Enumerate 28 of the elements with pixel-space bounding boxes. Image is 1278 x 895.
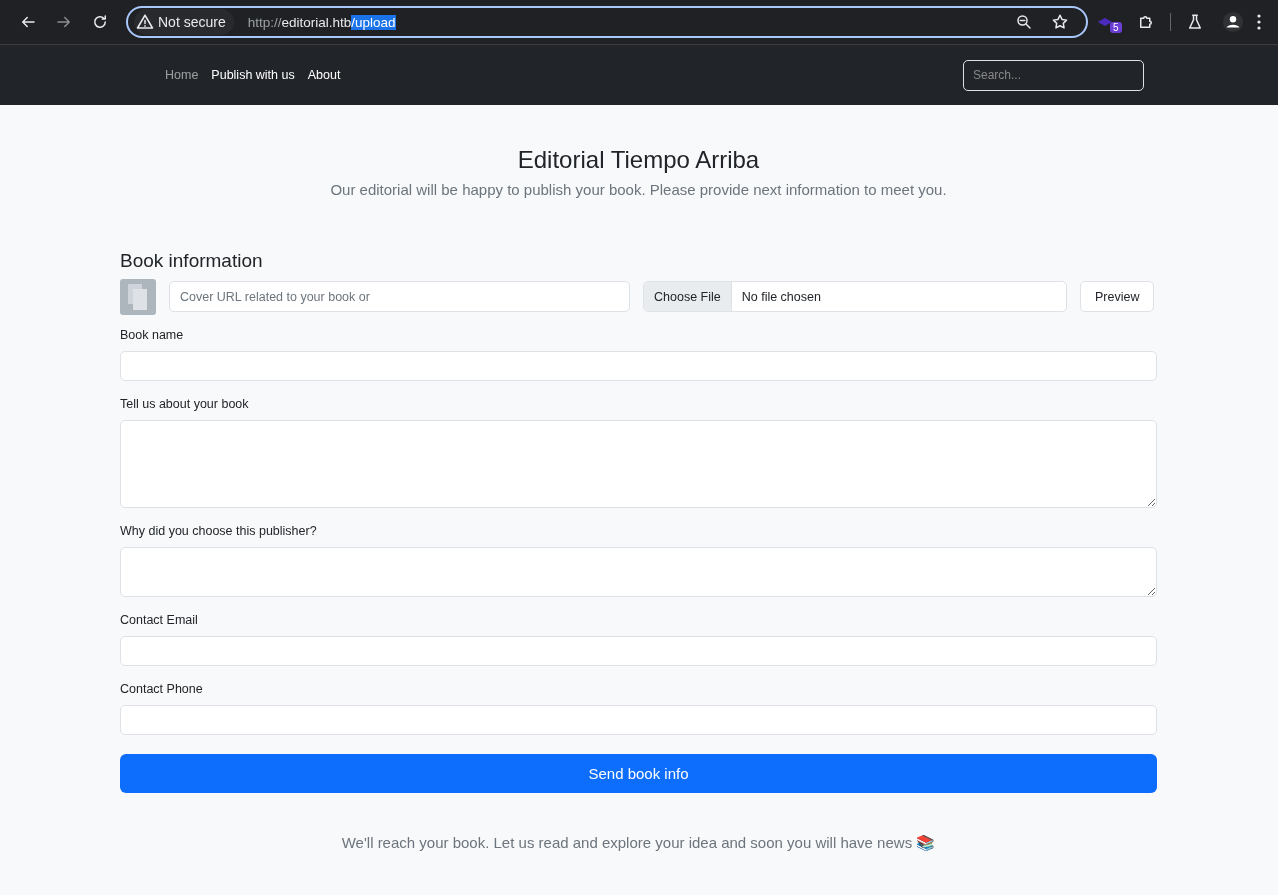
profile-icon[interactable] (1221, 11, 1244, 33)
preview-button[interactable]: Preview (1080, 281, 1155, 312)
field-label: Tell us about your book (120, 396, 250, 412)
file-input[interactable]: Choose File No file chosen (643, 281, 1067, 312)
zoom-out-icon[interactable] (1015, 13, 1033, 31)
field-label: Why did you choose this publisher? (120, 523, 318, 539)
menu-icon[interactable] (1256, 14, 1261, 30)
warning-icon[interactable] (136, 13, 154, 31)
section-title: Book information (120, 249, 264, 273)
document-icon (127, 282, 149, 311)
field-label: Contact Phone (120, 681, 204, 697)
submit-button[interactable]: Send book info (120, 754, 1157, 793)
page-title: Editorial Tiempo Arriba (516, 145, 761, 175)
reload-icon[interactable] (91, 13, 109, 31)
footer-text: We'll reach your book. Let us read and explore your idea and soon you will have news 📚 (340, 834, 937, 852)
choose-file-button[interactable]: Choose File (644, 282, 732, 311)
nav-link[interactable]: About (307, 68, 341, 82)
search-field[interactable]: Search... (963, 59, 1144, 91)
cover-url-field[interactable]: Cover URL related to your book or (169, 281, 630, 312)
file-status: No file chosen (741, 289, 821, 304)
extension-badge: 5 (1110, 21, 1122, 33)
page-subtitle: Our editorial will be happy to publish your book. Please provide next information to meet you. (329, 181, 948, 198)
security-chip[interactable]: Not secure (134, 9, 234, 35)
star-icon[interactable] (1051, 13, 1069, 31)
field-label: Contact Email (120, 612, 199, 628)
nav-link[interactable]: Publish with us (211, 68, 295, 82)
field-label: Book name (120, 327, 185, 343)
extension-icon[interactable] (1097, 16, 1113, 28)
